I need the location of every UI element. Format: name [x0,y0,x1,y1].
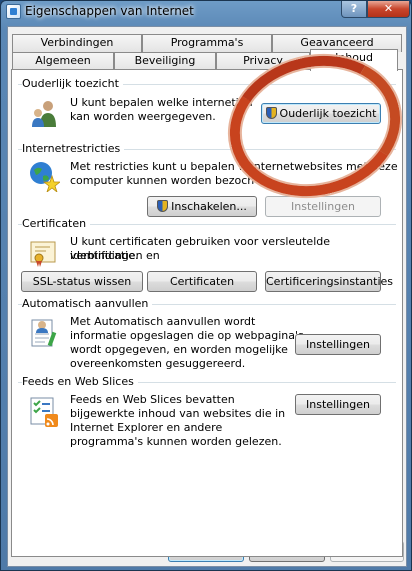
certificates-text-2: identificatie. [70,249,139,262]
client-area: Verbindingen Programma's Geavanceerd Alg… [7,26,407,567]
content-advisor-text-1: Met restricties kunt u bepalen w interne… [70,160,398,173]
group-title-autocomplete: Automatisch aanvullen [22,297,153,310]
content-advisor-text-2: computer kunnen worden bezoch [70,174,255,187]
internet-options-icon [6,4,21,19]
enable-button[interactable]: Inschakelen... [147,196,257,217]
autocomplete-text-2: informatie opgeslagen die op webpagina's [70,329,304,342]
parental-text-1: U kunt bepalen welke internetinh [70,96,253,109]
tab-algemeen[interactable]: Algemeen [12,52,114,70]
tab-beveiliging[interactable]: Beveiliging [114,52,216,70]
parental-controls-button-label: Ouderlijk toezicht [279,107,377,120]
enable-button-label: Inschakelen... [171,200,247,213]
dialog-window: Eigenschappen van Internet ? ✕ Verbindin… [0,0,412,571]
group-title-content-advisor: Internetrestricties [22,142,125,155]
tab-inhoud[interactable]: Inhoud [310,49,398,71]
feeds-text-1: Feeds en Web Slices bevatten [70,393,235,406]
autocomplete-settings-button[interactable]: Instellingen [295,334,381,355]
parental-controls-button[interactable]: Ouderlijk toezicht [261,103,381,124]
help-button[interactable]: ? [341,1,367,18]
tab-verbindingen[interactable]: Verbindingen [12,34,142,52]
close-button[interactable]: ✕ [367,1,410,18]
uac-shield-icon [157,200,169,212]
globe-star-icon [30,162,60,192]
tab-privacy[interactable]: Privacy [216,52,310,70]
tab-programmas[interactable]: Programma's [142,34,272,52]
feeds-text-4: programma's kunnen worden gelezen. [70,435,282,448]
window-title: Eigenschappen van Internet [25,4,194,18]
uac-shield-icon [265,107,277,119]
autocomplete-text-3: wordt opgegeven, en worden mogelijke [70,343,288,356]
feeds-text-2: bijgewerkte inhoud van websites die in [70,407,286,420]
autocomplete-icon [31,319,57,347]
group-title-certificates: Certificaten [22,217,91,230]
content-advisor-settings-button[interactable]: Instellingen [265,196,381,217]
group-title-parental: Ouderlijk toezicht [22,77,123,90]
certificates-button[interactable]: Certificaten [147,271,257,292]
parental-text-2: kan worden weergegeven. [70,110,216,123]
autocomplete-text-1: Met Automatisch aanvullen wordt [70,315,256,328]
group-title-feeds: Feeds en Web Slices [22,375,138,388]
certificate-icon [30,241,56,267]
publishers-button[interactable]: Certificeringsinstanties [265,271,393,292]
autocomplete-text-4: overeenkomsten gesuggereerd. [70,357,246,370]
parental-control-icon [32,101,56,127]
feeds-icon [30,397,58,427]
clear-ssl-state-button[interactable]: SSL-status wissen [21,271,143,292]
feeds-text-3: Internet Explorer en andere [70,421,223,434]
feeds-settings-button[interactable]: Instellingen [295,394,381,415]
tab-panel-inhoud: Ouderlijk toezicht U kunt bepalen welke … [11,69,403,557]
title-bar[interactable]: Eigenschappen van Internet ? ✕ [1,1,411,23]
